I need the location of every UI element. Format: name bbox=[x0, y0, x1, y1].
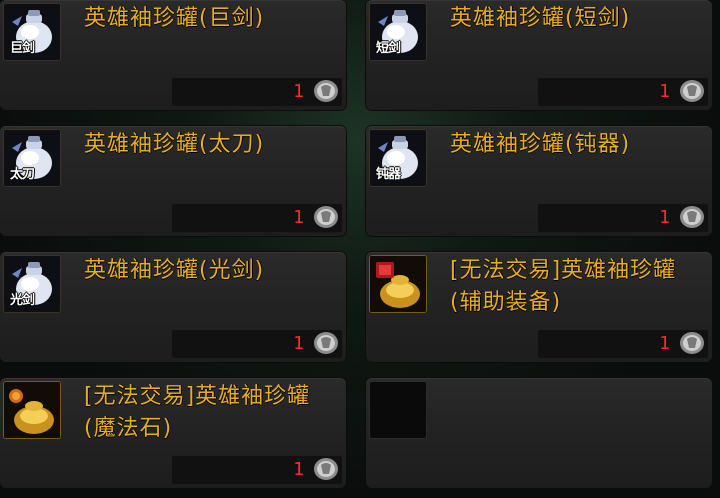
weapon-type-tag: 短剑 bbox=[376, 41, 401, 56]
weapon-type-tag: 光剑 bbox=[10, 293, 35, 308]
coin-icon bbox=[314, 332, 338, 354]
item-card[interactable]: [无法交易]英雄袖珍罐(魔法石) 1 bbox=[0, 378, 346, 488]
coin-icon bbox=[314, 80, 338, 102]
coin-icon bbox=[314, 458, 338, 480]
white-jar-icon: 光剑 bbox=[3, 255, 61, 313]
coin-icon bbox=[680, 80, 704, 102]
item-name: [无法交易]英雄袖珍罐(魔法石) bbox=[84, 384, 311, 441]
item-card[interactable]: 巨剑 英雄袖珍罐(巨剑) 1 bbox=[0, 0, 346, 110]
weapon-type-tag: 钝器 bbox=[376, 167, 401, 182]
item-name: 英雄袖珍罐(光剑) bbox=[84, 258, 265, 283]
item-quantity: 1 bbox=[293, 459, 304, 480]
weapon-type-tag: 太刀 bbox=[10, 167, 35, 182]
item-quantity: 1 bbox=[293, 81, 304, 102]
item-name: 英雄袖珍罐(钝器) bbox=[450, 132, 631, 157]
item-name: 英雄袖珍罐(短剑) bbox=[450, 6, 631, 31]
item-card[interactable]: 太刀 英雄袖珍罐(太刀) 1 bbox=[0, 126, 346, 236]
item-quantity: 1 bbox=[659, 333, 670, 354]
white-jar-icon: 短剑 bbox=[369, 3, 427, 61]
white-jar-icon: 钝器 bbox=[369, 129, 427, 187]
empty-item-slot[interactable] bbox=[369, 381, 427, 439]
item-quantity: 1 bbox=[659, 207, 670, 228]
item-quantity: 1 bbox=[293, 207, 304, 228]
coin-icon bbox=[680, 206, 704, 228]
item-card[interactable]: 光剑 英雄袖珍罐(光剑) 1 bbox=[0, 252, 346, 362]
gold-jar-icon bbox=[3, 381, 61, 439]
gold-jar-icon bbox=[369, 255, 427, 313]
item-card[interactable]: [无法交易]英雄袖珍罐(辅助装备) 1 bbox=[366, 252, 712, 362]
item-quantity: 1 bbox=[293, 333, 304, 354]
coin-icon bbox=[680, 332, 704, 354]
coin-icon bbox=[314, 206, 338, 228]
item-name: [无法交易]英雄袖珍罐(辅助装备) bbox=[450, 258, 677, 315]
white-jar-icon: 太刀 bbox=[3, 129, 61, 187]
white-jar-icon: 巨剑 bbox=[3, 3, 61, 61]
item-grid: 巨剑 英雄袖珍罐(巨剑) 1 短剑 英雄袖珍罐(短剑) 1 太刀 英雄袖珍罐(太… bbox=[0, 0, 720, 498]
item-card[interactable]: 钝器 英雄袖珍罐(钝器) 1 bbox=[366, 126, 712, 236]
item-quantity: 1 bbox=[659, 81, 670, 102]
weapon-type-tag: 巨剑 bbox=[10, 41, 35, 56]
empty-item-card[interactable] bbox=[366, 378, 712, 488]
item-name: 英雄袖珍罐(太刀) bbox=[84, 132, 265, 157]
item-card[interactable]: 短剑 英雄袖珍罐(短剑) 1 bbox=[366, 0, 712, 110]
item-name: 英雄袖珍罐(巨剑) bbox=[84, 6, 265, 31]
